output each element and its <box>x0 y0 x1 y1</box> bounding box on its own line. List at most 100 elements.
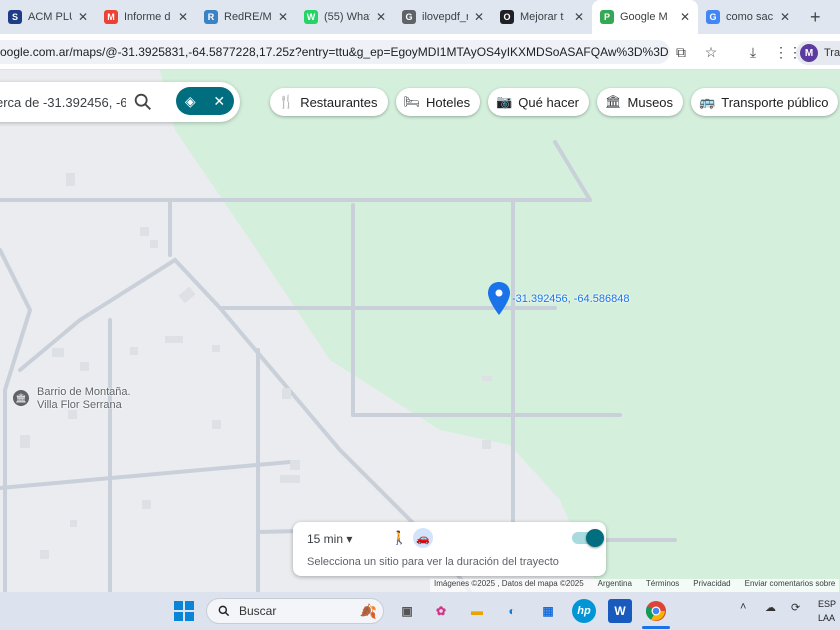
chip-label: Transporte público <box>721 94 829 110</box>
bookmark-star-icon[interactable]: ☆ <box>702 44 720 61</box>
road <box>0 248 33 592</box>
new-tab-button[interactable]: + <box>798 7 833 28</box>
tab-favicon-icon: R <box>204 10 218 24</box>
browser-tab[interactable]: M Informe d ✕ <box>96 0 196 34</box>
category-chips: 🍴 Restaurantes 🛏 Hoteles 📷 Qué hacer 🏛 Museos 🚌 T… <box>270 88 840 116</box>
tab-favicon-icon: O <box>500 10 514 24</box>
close-tab-icon[interactable]: ✕ <box>78 10 88 24</box>
profile-button[interactable]: M Trab <box>796 41 840 65</box>
toggle-knob <box>586 529 604 547</box>
file-explorer-icon[interactable]: ▬ <box>465 599 489 623</box>
language-indicator[interactable]: ESP LAA <box>818 597 836 625</box>
language-layout: LAA <box>818 613 836 623</box>
language-code: ESP <box>818 599 837 609</box>
category-chip[interactable]: 🚌 Transporte público <box>691 88 839 116</box>
taskbar-search[interactable]: Buscar 🍂 <box>206 598 384 624</box>
close-tab-icon[interactable]: ✕ <box>574 10 584 24</box>
browser-tab[interactable]: Gilovepdf_r ✕ <box>394 0 492 34</box>
extensions-icon[interactable]: ⋮⋮ <box>774 44 802 61</box>
category-chip[interactable]: 🛏 Hoteles <box>395 88 481 116</box>
directions-pill: ◈ ✕ <box>176 87 234 115</box>
travel-time-panel: 15 min ▾ 🚶 🚗 Selecciona un sitio para ve… <box>293 522 606 576</box>
browser-tab[interactable]: S ACM PLU ✕ <box>0 0 96 34</box>
profile-label: Trab <box>824 47 840 59</box>
tab-title: ilovepdf_r <box>422 11 468 23</box>
address-bar-row: oogle.com.ar/maps/@-31.3925831,-64.58772… <box>0 34 840 70</box>
tab-favicon-icon: S <box>8 10 22 24</box>
category-chip[interactable]: 🏛 Museos <box>597 88 684 116</box>
map-attribution: Imágenes ©2025 , Datos del mapa ©2025 Arg… <box>430 579 840 592</box>
windows-start-icon[interactable] <box>172 599 196 623</box>
copilot-icon[interactable]: ✿ <box>429 599 453 623</box>
place-name-line2: Villa Flor Serrana <box>37 399 122 411</box>
chrome-icon[interactable] <box>644 599 668 623</box>
browser-tab[interactable]: Gcomo sac ✕ <box>698 0 798 34</box>
search-icon <box>218 605 230 617</box>
travel-hint: Selecciona un sitio para ver la duración… <box>307 556 559 568</box>
browser-tab-bar: S ACM PLU ✕ M Informe d ✕ R RedRE/M ✕ W (55) What ✕… <box>0 0 840 34</box>
attribution-link: Imágenes ©2025 , Datos del mapa ©2025 <box>434 579 584 588</box>
taskbar-search-placeholder: Buscar <box>239 604 277 618</box>
tab-title: Mejorar t <box>520 11 564 23</box>
pin-coordinates-label[interactable]: -31.392456, -64.586848 <box>512 293 629 305</box>
tab-title: ACM PLU <box>28 11 72 23</box>
edge-icon[interactable]: ◐ <box>500 599 524 623</box>
close-tab-icon[interactable]: ✕ <box>474 10 484 24</box>
store-icon[interactable]: ▦ <box>536 599 560 623</box>
word-icon[interactable]: W <box>608 599 632 623</box>
category-chip[interactable]: 📷 Qué hacer <box>488 88 589 116</box>
place-label[interactable]: Barrio de Montaña. Villa Flor Serrana <box>37 386 131 412</box>
map-search-box: erca de -31.392456, -64 ◈ ✕ <box>0 82 240 122</box>
chip-label: Museos <box>627 94 674 110</box>
sync-icon[interactable]: ⟳ <box>791 601 800 614</box>
tab-title: RedRE/M <box>224 11 272 23</box>
tab-title: (55) What <box>324 11 370 23</box>
browser-tab[interactable]: R RedRE/M ✕ <box>196 0 296 34</box>
map-canvas[interactable]: erca de -31.392456, -64 ◈ ✕ 🍴 Restaurante… <box>0 70 840 592</box>
museum-icon: 🏛 <box>605 94 622 109</box>
hp-icon[interactable]: hp <box>572 599 596 623</box>
attribution-link[interactable]: Privacidad <box>693 579 730 592</box>
search-input[interactable]: erca de -31.392456, -64 <box>0 95 126 110</box>
browser-tab[interactable]: W (55) What ✕ <box>296 0 394 34</box>
install-app-icon[interactable]: ⧉ <box>672 44 690 61</box>
chevron-down-icon: ▾ <box>346 532 353 546</box>
tab-favicon-icon: G <box>402 10 416 24</box>
attribution-link[interactable]: Enviar comentarios sobre <box>745 579 836 592</box>
directions-icon[interactable]: ◈ <box>185 93 196 110</box>
attribution-link[interactable]: Argentina <box>598 579 632 592</box>
cloud-icon[interactable]: ☁ <box>765 601 776 614</box>
download-icon[interactable]: ⤓ <box>744 44 762 61</box>
camera-icon: 📷 <box>496 94 513 109</box>
attribution-link[interactable]: Términos <box>646 579 679 592</box>
bus-icon: 🚌 <box>699 94 716 109</box>
close-tab-icon[interactable]: ✕ <box>376 10 386 24</box>
close-tab-icon[interactable]: ✕ <box>780 10 790 24</box>
close-tab-icon[interactable]: ✕ <box>680 10 690 24</box>
tab-favicon-icon: P <box>600 10 614 24</box>
url-field[interactable]: oogle.com.ar/maps/@-31.3925831,-64.58772… <box>0 40 670 64</box>
bed-icon: 🛏 <box>403 94 421 109</box>
close-icon[interactable]: ✕ <box>213 93 225 110</box>
category-chip[interactable]: 🍴 Restaurantes <box>270 88 388 116</box>
close-tab-icon[interactable]: ✕ <box>178 10 188 24</box>
travel-time-dropdown[interactable]: 15 min ▾ <box>307 532 352 546</box>
tab-favicon-icon: M <box>104 10 118 24</box>
walk-icon[interactable]: 🚶 <box>391 530 407 546</box>
search-icon[interactable] <box>132 91 154 113</box>
museum-icon[interactable]: 🏛 <box>13 390 29 406</box>
browser-tab[interactable]: O Mejorar t ✕ <box>492 0 592 34</box>
chip-label: Hoteles <box>426 94 471 110</box>
search-highlight-icon: 🍂 <box>359 602 377 619</box>
chip-label: Qué hacer <box>518 94 579 110</box>
travel-toggle[interactable] <box>572 529 604 547</box>
task-view-icon[interactable]: ▣ <box>395 599 419 623</box>
fork-knife-icon: 🍴 <box>278 94 295 109</box>
car-icon[interactable]: 🚗 <box>413 528 433 548</box>
chevron-up-icon[interactable]: ˄ <box>740 601 746 613</box>
park-area <box>160 70 840 592</box>
road <box>0 460 292 490</box>
browser-tab[interactable]: P Google M ✕ <box>592 0 698 34</box>
close-tab-icon[interactable]: ✕ <box>278 10 288 24</box>
chip-label: Restaurantes <box>300 94 378 110</box>
